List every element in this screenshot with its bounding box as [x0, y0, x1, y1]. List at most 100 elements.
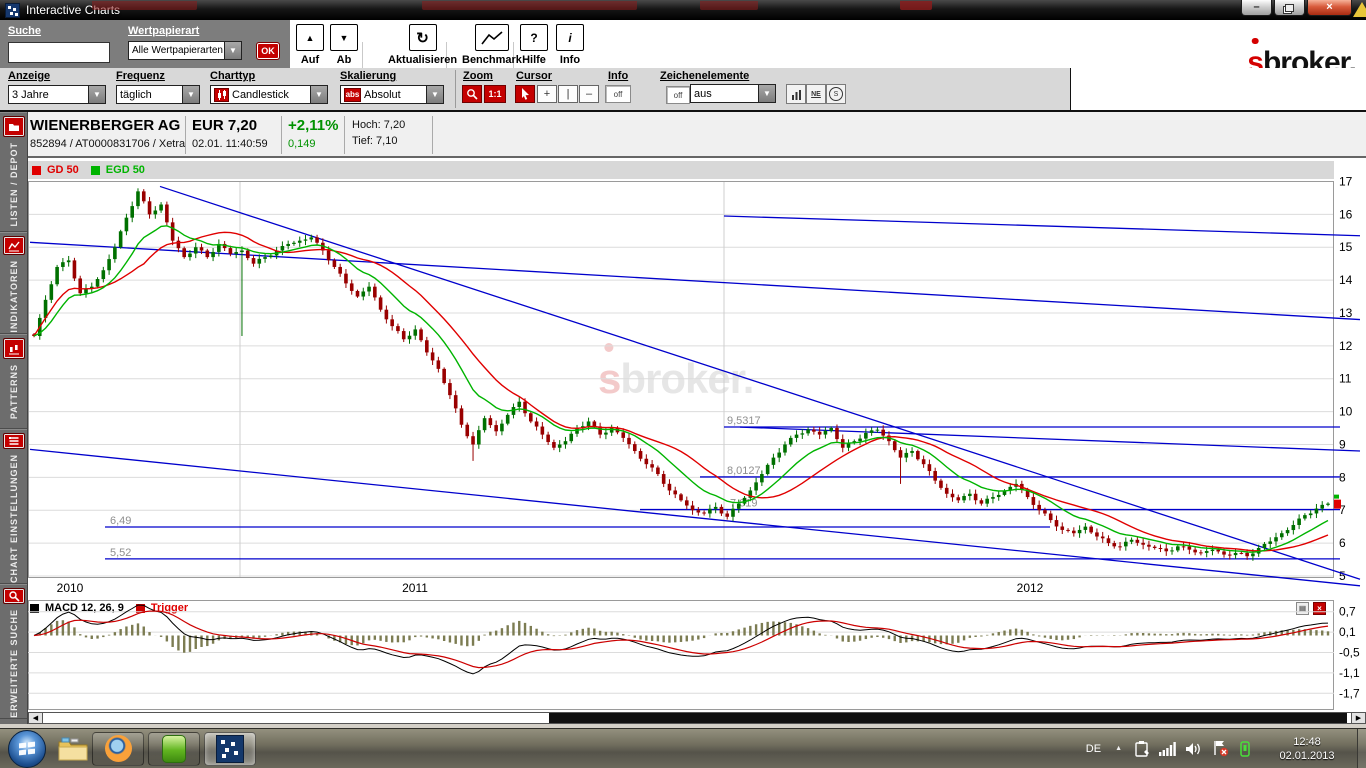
price-datetime: 02.01. 11:40:59 — [192, 138, 268, 150]
zoom-label: Zoom — [463, 70, 493, 82]
price-block: EUR 7,20 02.01. 11:40:59 — [192, 117, 268, 150]
change-absolute: 0,149 — [288, 138, 338, 150]
benchmark-label: Benchmark — [462, 54, 522, 66]
clock-time: 12:48 — [1265, 735, 1349, 749]
chevron-down-icon: ▼ — [758, 85, 775, 102]
application-window: Interactive Charts – × Suche Wertpapiera… — [0, 0, 1366, 768]
ok-button[interactable]: OK — [256, 42, 280, 60]
warning-triangle-icon — [1353, 2, 1366, 17]
zeichen-value: aus — [694, 88, 712, 100]
macd-settings-button[interactable]: ▦ — [1296, 602, 1309, 615]
toolbar-chart-settings: Anzeige 3 Jahre▼ Frequenz täglich▼ Chart… — [0, 68, 1366, 112]
green-app-taskbar-button[interactable] — [148, 732, 200, 766]
cursor-hline-button[interactable]: – — [579, 85, 599, 103]
chart-area — [28, 158, 1366, 712]
minimize-button[interactable]: – — [1241, 0, 1272, 16]
macd-swatch — [30, 604, 39, 613]
close-button[interactable]: × — [1307, 0, 1352, 16]
volume-bars-icon[interactable] — [786, 84, 806, 104]
anzeige-select[interactable]: 3 Jahre▼ — [8, 85, 106, 104]
watermark-logo: sbroker. — [598, 355, 753, 403]
zeichen-off-toggle[interactable]: off — [666, 86, 690, 104]
zoom-lens-icon[interactable] — [462, 85, 482, 103]
tray-expand-icon[interactable]: ▲ — [1115, 745, 1122, 752]
green-tray-icon[interactable] — [1238, 741, 1252, 757]
background-reflection — [900, 1, 932, 10]
interactive-charts-icon — [216, 735, 244, 763]
zoom-ratio-button[interactable]: 1:1 — [484, 85, 506, 103]
change-percent: +2,11% — [288, 117, 338, 134]
action-flag-icon[interactable] — [1212, 740, 1229, 757]
sidebar-tab-indikatoren[interactable]: INDIKATOREN — [0, 232, 27, 334]
gd50-legend-label: GD 50 — [47, 164, 79, 176]
charttyp-select[interactable]: Candlestick ▼ — [210, 85, 328, 104]
background-reflection — [92, 1, 197, 10]
charttyp-value: Candlestick — [232, 89, 289, 101]
refresh-icon[interactable]: ↻ — [409, 24, 437, 51]
show-desktop-button[interactable] — [1357, 729, 1366, 768]
interactive-charts-taskbar-button[interactable] — [204, 732, 256, 766]
scroll-right-arrow[interactable]: ▶ — [1351, 713, 1365, 723]
splits-icon-letter: S — [829, 87, 843, 101]
range-block: Hoch: 7,20 Tief: 7,10 — [352, 119, 405, 147]
horizontal-scrollbar[interactable]: ◀ ▶ — [28, 712, 1366, 724]
news-icon[interactable]: NE — [806, 84, 826, 104]
instrument-name: WIENERBERGER AG — [30, 117, 185, 134]
macd-close-button[interactable]: × — [1313, 602, 1326, 615]
sidebar-tab-label: ERWEITERTE SUCHE — [9, 609, 19, 718]
background-reflection — [700, 1, 758, 10]
background-reflection — [422, 1, 637, 10]
benchmark-icon[interactable] — [475, 24, 509, 51]
aktualisieren-group: ↻ Aktualisieren — [388, 24, 457, 66]
indicator-wave-icon — [3, 236, 25, 255]
explorer-taskbar-icon[interactable] — [58, 736, 88, 762]
search-icon — [3, 588, 25, 604]
skalierung-label: Skalierung — [340, 70, 396, 82]
sidebar-tab-erweiterte-suche[interactable]: ERWEITERTE SUCHE — [0, 584, 27, 719]
auf-button[interactable]: ▲ — [296, 24, 324, 51]
taskbar-clock[interactable]: 12:48 02.01.2013 — [1265, 735, 1349, 763]
cursor-cross-button[interactable]: + — [537, 85, 557, 103]
sidebar-tab-chart-einstellungen[interactable]: CHART EINSTELLUNGEN — [0, 429, 27, 584]
info-icon[interactable]: i — [556, 24, 584, 51]
frequenz-value: täglich — [120, 89, 152, 101]
start-button[interactable] — [8, 730, 46, 768]
firefox-taskbar-button[interactable] — [92, 732, 144, 766]
abs-icon: abs — [344, 88, 361, 102]
chevron-down-icon: ▼ — [310, 86, 327, 103]
scrollbar-thumb[interactable] — [549, 713, 1347, 723]
price-value: EUR 7,20 — [192, 117, 268, 134]
action-center-icon[interactable] — [1134, 740, 1150, 758]
zeichen-select[interactable]: aus ▼ — [690, 84, 776, 103]
sidebar-tab-patterns[interactable]: PATTERNS — [0, 334, 27, 429]
frequenz-select[interactable]: täglich ▼ — [116, 85, 200, 104]
folder-icon — [3, 116, 25, 137]
trigger-legend-label: Trigger — [151, 602, 188, 614]
restore-button[interactable] — [1274, 0, 1305, 16]
scroll-left-arrow[interactable]: ◀ — [29, 713, 43, 723]
sidebar-tab-label: LISTEN / DEPOT — [9, 142, 19, 227]
quote-bar: WIENERBERGER AG 852894 / AT0000831706 / … — [0, 112, 1366, 158]
volume-icon[interactable] — [1185, 742, 1203, 756]
wertpapierart-select[interactable]: Alle Wertpapierarten ▼ — [128, 41, 242, 60]
info-off-toggle[interactable]: off — [605, 85, 631, 103]
language-indicator[interactable]: DE — [1086, 743, 1101, 755]
cursor-arrow-icon[interactable] — [515, 85, 535, 103]
splits-icon[interactable]: S — [826, 84, 846, 104]
benchmark-group: Benchmark — [462, 24, 522, 66]
sidebar-tab-label: PATTERNS — [9, 364, 19, 419]
cursor-vline-button[interactable]: | — [558, 85, 578, 103]
skalierung-value: Absolut — [364, 89, 401, 101]
anzeige-value: 3 Jahre — [12, 89, 49, 101]
instrument-ids: 852894 / AT0000831706 / Xetra — [30, 138, 185, 150]
chevron-down-icon: ▼ — [182, 86, 199, 103]
cursor-label: Cursor — [516, 70, 552, 82]
ab-button[interactable]: ▼ — [330, 24, 358, 51]
help-icon[interactable]: ? — [520, 24, 548, 51]
network-signal-icon[interactable] — [1159, 742, 1176, 756]
search-input[interactable] — [8, 42, 110, 63]
hilfe-group: ? Hilfe — [520, 24, 548, 66]
candlestick-icon — [214, 88, 229, 102]
sidebar-tab-listen-depot[interactable]: LISTEN / DEPOT — [0, 112, 27, 232]
skalierung-select[interactable]: abs Absolut▼ — [340, 85, 444, 104]
